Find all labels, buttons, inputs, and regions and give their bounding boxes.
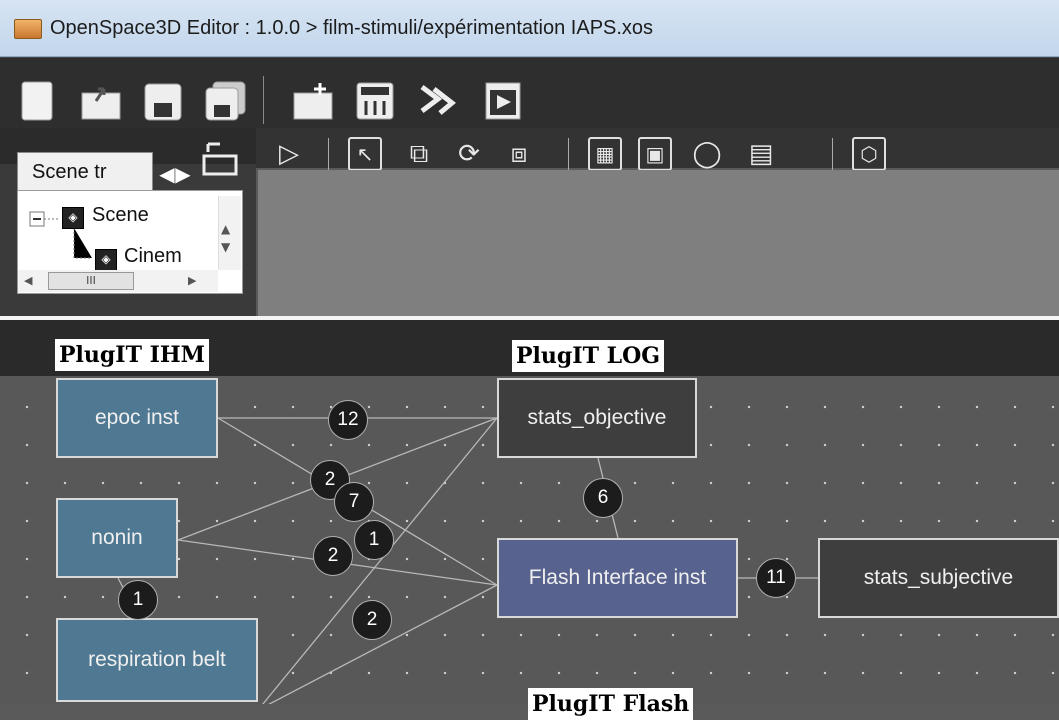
link-count-badge[interactable]: 2 <box>352 600 392 640</box>
import-icon[interactable] <box>290 79 336 123</box>
window-title: OpenSpace3D Editor : 1.0.0 > film-stimul… <box>50 17 654 39</box>
scroll-left-icon[interactable]: ◀ <box>24 274 32 287</box>
export-icon[interactable] <box>414 79 460 123</box>
tab-scene-tree[interactable]: Scene tr <box>17 152 153 190</box>
link-count-badge[interactable]: 1 <box>354 520 394 560</box>
select-cursor-icon[interactable]: ↖ <box>348 137 382 171</box>
tab-scroll-right-icon[interactable]: ▶ <box>173 164 193 184</box>
camera-node-icon: ◈ <box>95 249 117 271</box>
save-as-icon[interactable] <box>202 79 248 123</box>
toolbar-separator <box>328 138 329 172</box>
scene-node-icon: ◈ <box>62 207 84 229</box>
run-player-icon[interactable] <box>480 79 526 123</box>
tree-item-scene[interactable]: Scene <box>92 204 149 227</box>
app-icon <box>14 19 42 39</box>
toolbar-separator <box>568 138 569 172</box>
open-file-icon[interactable] <box>78 79 124 123</box>
scroll-up-icon[interactable]: ▲ <box>221 222 230 236</box>
node-epoc-inst[interactable]: epoc inst <box>56 378 218 458</box>
tree-item-cinema[interactable]: Cinem <box>124 245 214 268</box>
toolbar-separator <box>832 138 833 172</box>
link-count-badge[interactable]: 2 <box>313 536 353 576</box>
info-panel-icon[interactable]: ▤ <box>744 137 778 171</box>
undock-panel-icon[interactable] <box>200 140 240 180</box>
link-count-badge[interactable]: 11 <box>756 558 796 598</box>
move-icon[interactable]: ⧉ <box>402 137 436 171</box>
toolbar-separator <box>263 76 264 124</box>
bounding-box-icon[interactable]: ▣ <box>638 137 672 171</box>
link-count-badge[interactable]: 1 <box>118 580 158 620</box>
scale-icon[interactable]: ⧈ <box>502 137 536 171</box>
rotate-icon[interactable]: ⟳ <box>452 137 486 171</box>
new-file-icon[interactable] <box>14 79 60 123</box>
sphere-icon[interactable]: ◯ <box>690 137 724 171</box>
settings-panel-icon[interactable] <box>352 79 398 123</box>
grid-icon[interactable]: ▦ <box>588 137 622 171</box>
node-flash-interface-inst[interactable]: Flash Interface inst <box>497 538 738 618</box>
material-icon[interactable]: ⬡ <box>852 137 886 171</box>
node-respiration-belt[interactable]: respiration belt <box>56 618 258 702</box>
link-count-badge[interactable]: 12 <box>328 400 368 440</box>
node-nonin[interactable]: nonin <box>56 498 178 578</box>
window-titlebar: OpenSpace3D Editor : 1.0.0 > film-stimul… <box>0 0 1059 57</box>
hscroll-thumb[interactable]: III <box>48 272 134 290</box>
3d-viewport[interactable] <box>258 170 1059 316</box>
node-stats-subjective[interactable]: stats_subjective <box>818 538 1059 618</box>
label-plugit-ihm: PlugIT IHM <box>55 339 210 371</box>
save-icon[interactable] <box>140 79 186 123</box>
label-plugit-log: PlugIT LOG <box>512 340 665 372</box>
scroll-down-icon[interactable]: ▼ <box>221 240 230 254</box>
link-count-badge[interactable]: 6 <box>583 478 623 518</box>
scroll-right-icon[interactable]: ▶ <box>188 274 196 287</box>
play-icon[interactable]: ▷ <box>272 137 306 171</box>
link-count-badge[interactable]: 7 <box>334 482 374 522</box>
label-plugit-flash: PlugIT Flash <box>528 688 694 720</box>
node-stats-objective[interactable]: stats_objective <box>497 378 697 458</box>
